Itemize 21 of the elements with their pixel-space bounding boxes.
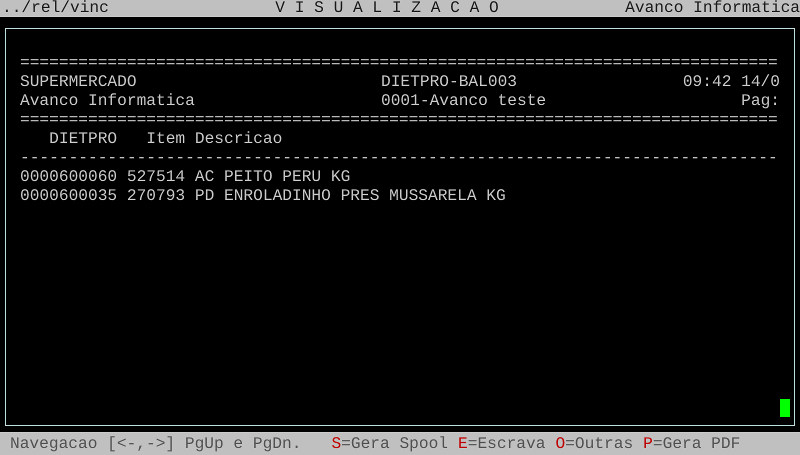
path-text: ../rel/vinc	[2, 0, 109, 17]
separator-line: ==============================================================================	[20, 54, 778, 73]
report-row: 0000600035 270793 PD ENROLADINHO PRES MUSSARELA KG	[20, 187, 506, 206]
header-text: Pag:	[741, 92, 780, 111]
shortcut-hint: O=Outras	[555, 434, 634, 452]
navigation-hint: Navegacao [<-,->] PgUp e PgDn.	[10, 434, 302, 452]
header-text: 09:42 14/0	[682, 73, 780, 92]
shortcut-hint: E=Escrava	[458, 434, 546, 452]
screen-title: V I S U A L I Z A C A O	[275, 0, 499, 17]
company-name: Avanco Informatica	[625, 0, 800, 17]
cursor-block	[780, 399, 790, 417]
header-text: 0001-Avanco teste	[381, 92, 548, 111]
separator-line: ==============================================================================	[20, 111, 778, 130]
shortcut-hint: P=Gera PDF	[643, 434, 740, 452]
header-text: DIETPRO-BAL003	[381, 73, 518, 92]
header-text: SUPERMERCADO	[20, 73, 138, 92]
column-headers: DIETPRO Item Descricao	[48, 130, 282, 149]
report-row: 0000600060 527514 AC PEITO PERU KG	[20, 168, 350, 187]
separator-line: ------------------------------------------------------------------------------	[20, 149, 778, 168]
shortcut-hint: S=Gera Spool	[331, 434, 448, 452]
header-text: Avanco Informatica	[20, 92, 196, 111]
